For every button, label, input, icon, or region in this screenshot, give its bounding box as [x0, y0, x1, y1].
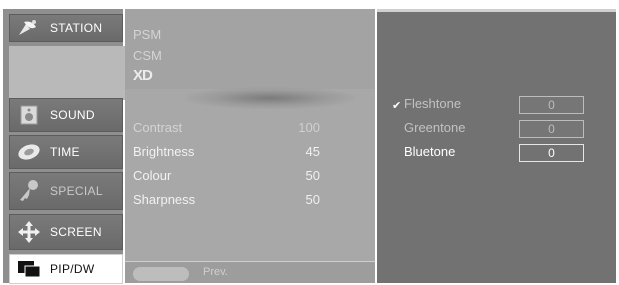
fleshtone-label[interactable]: Fleshtone — [404, 96, 461, 111]
picture-mode-section: PSM CSM XD — [125, 9, 375, 89]
prev-button-icon[interactable] — [133, 267, 189, 281]
sidebar-item-pip-dw[interactable]: PIP/DW — [9, 254, 123, 284]
key-icon — [16, 180, 42, 202]
tone-submenu-panel: ✔ Fleshtone 0 Greentone 0 Bluetone 0 — [377, 9, 616, 283]
bluetone-value-box[interactable]: 0 — [519, 144, 584, 162]
picture-menu-panel: PSM CSM XD Contrast 100 Brightness 45 Co… — [125, 9, 375, 283]
colour-label[interactable]: Colour — [133, 168, 171, 183]
prev-bar: Prev. — [125, 261, 375, 283]
clock-icon — [16, 141, 42, 163]
pip-windows-icon — [16, 258, 42, 280]
sidebar-item-label: SPECIAL — [50, 184, 103, 198]
brightness-value: 45 — [305, 144, 320, 159]
main-menu-sidebar: STATION SOUND TIME SPECIAL SCREEN PIP/DW — [3, 9, 128, 284]
greentone-label[interactable]: Greentone — [404, 120, 465, 135]
contrast-label[interactable]: Contrast — [133, 120, 182, 135]
sidebar-item-screen[interactable]: SCREEN — [9, 214, 123, 250]
bluetone-label[interactable]: Bluetone — [404, 144, 455, 159]
sidebar-item-station[interactable]: STATION — [9, 14, 123, 42]
sidebar-item-label: PIP/DW — [50, 262, 95, 276]
sidebar-item-special[interactable]: SPECIAL — [9, 172, 123, 210]
sidebar-item-label: SCREEN — [50, 225, 102, 239]
station-submenu-area — [9, 46, 128, 100]
satellite-dish-icon — [16, 17, 42, 39]
fleshtone-value-box[interactable]: 0 — [519, 96, 584, 114]
sidebar-item-sound[interactable]: SOUND — [9, 98, 123, 132]
brightness-label[interactable]: Brightness — [133, 144, 194, 159]
contrast-value: 100 — [298, 120, 320, 135]
psm-option[interactable]: PSM — [133, 27, 161, 42]
xd-logo[interactable]: XD — [133, 67, 163, 84]
sidebar-item-label: TIME — [50, 145, 80, 159]
greentone-value-box[interactable]: 0 — [519, 120, 584, 138]
csm-option[interactable]: CSM — [133, 48, 162, 63]
sharpness-value: 50 — [305, 192, 320, 207]
move-arrows-icon — [16, 221, 42, 243]
colour-value: 50 — [305, 168, 320, 183]
check-icon: ✔ — [392, 100, 402, 112]
sharpness-label[interactable]: Sharpness — [133, 192, 195, 207]
sidebar-item-label: SOUND — [50, 108, 95, 122]
sidebar-item-time[interactable]: TIME — [9, 135, 123, 169]
menu-divider-swoosh — [185, 87, 355, 109]
speaker-icon — [16, 104, 42, 126]
sidebar-item-label: STATION — [50, 21, 103, 35]
prev-label[interactable]: Prev. — [203, 266, 228, 278]
